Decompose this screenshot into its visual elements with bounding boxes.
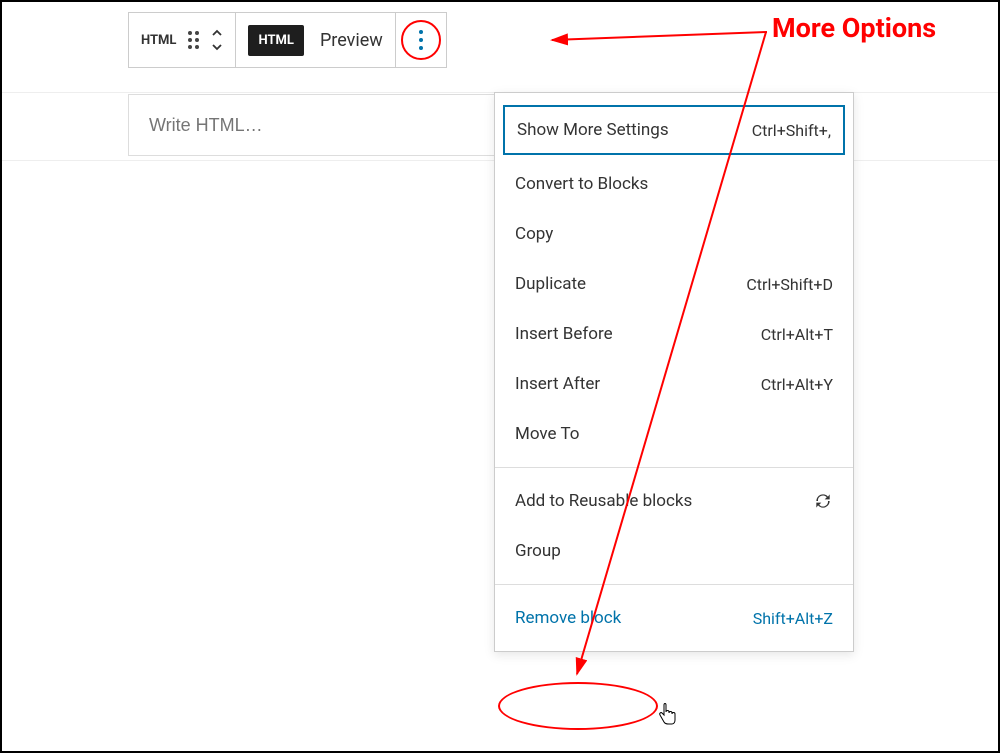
menu-item-label: Convert to Blocks [515,174,648,194]
menu-item-label: Remove block [515,608,621,628]
menu-move-to[interactable]: Move To [495,409,853,459]
menu-item-shortcut: Ctrl+Shift+, [752,121,831,140]
menu-insert-after[interactable]: Insert After Ctrl+Alt+Y [495,359,853,409]
menu-remove-block[interactable]: Remove block Shift+Alt+Z [495,593,853,643]
chevron-down-icon [211,41,223,53]
more-options-button[interactable] [396,13,446,67]
menu-item-label: Add to Reusable blocks [515,491,692,511]
menu-item-label: Insert Before [515,324,613,344]
drag-handle-icon[interactable] [188,31,199,49]
menu-item-label: Group [515,541,561,561]
menu-item-shortcut: Ctrl+Shift+D [746,275,833,294]
menu-insert-before[interactable]: Insert Before Ctrl+Alt+T [495,309,853,359]
menu-item-label: Insert After [515,374,600,394]
menu-copy[interactable]: Copy [495,209,853,259]
menu-item-label: Copy [515,224,553,244]
menu-item-shortcut: Ctrl+Alt+Y [761,375,833,394]
block-toolbar: HTML HTML Preview [128,12,447,68]
menu-section-1: Show More Settings Ctrl+Shift+, Convert … [495,93,853,468]
menu-section-2: Add to Reusable blocks Group [495,468,853,585]
move-arrows[interactable] [211,27,223,53]
html-preview-cell: HTML Preview [236,13,395,67]
html-block-label: HTML [141,33,176,48]
annotation-arrow-1 [542,22,772,52]
more-options-icon [419,30,423,50]
menu-item-label: Move To [515,424,579,444]
annotation-oval-remove [498,682,658,730]
annotation-more-options: More Options [772,12,936,44]
menu-convert-to-blocks[interactable]: Convert to Blocks [495,159,853,209]
menu-item-shortcut: Ctrl+Alt+T [761,325,833,344]
menu-add-reusable[interactable]: Add to Reusable blocks [495,476,853,526]
chevron-up-icon [211,27,223,39]
html-mode-button[interactable]: HTML [248,25,303,56]
menu-item-shortcut: Shift+Alt+Z [753,609,833,628]
more-options-menu: Show More Settings Ctrl+Shift+, Convert … [494,92,854,652]
preview-mode-button[interactable]: Preview [320,30,383,51]
refresh-icon [813,491,833,511]
editor-frame: HTML HTML Preview Show More Settin [0,0,1000,753]
menu-item-label: Show More Settings [517,120,669,140]
block-type-cell[interactable]: HTML [129,13,236,67]
menu-duplicate[interactable]: Duplicate Ctrl+Shift+D [495,259,853,309]
menu-show-more-settings[interactable]: Show More Settings Ctrl+Shift+, [503,105,845,155]
menu-section-3: Remove block Shift+Alt+Z [495,585,853,651]
menu-group[interactable]: Group [495,526,853,576]
menu-item-label: Duplicate [515,274,586,294]
cursor-pointer-icon [658,702,676,726]
